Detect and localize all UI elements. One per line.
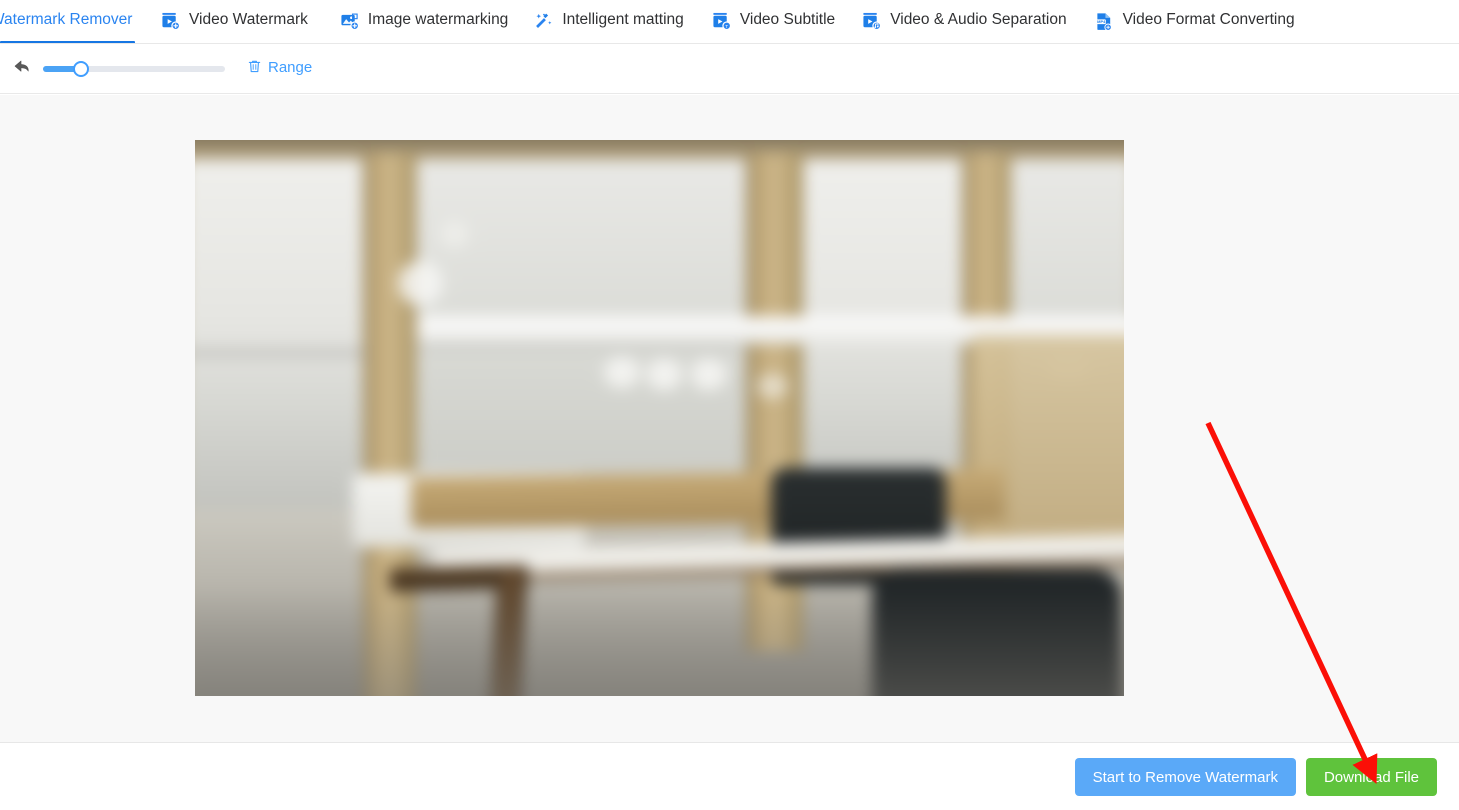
preview-scene-image (195, 140, 1124, 696)
preview-stage (0, 95, 1459, 743)
mp4-file-icon: MP4 (1095, 12, 1114, 31)
action-footer: Start to Remove Watermark Download File (0, 744, 1459, 810)
tab-video-audio-separation[interactable]: Video & Audio Separation (862, 0, 1067, 43)
trash-icon (247, 59, 262, 78)
editor-toolbar: Range (0, 44, 1459, 94)
undo-button[interactable] (6, 54, 36, 84)
tab-watermark-remover[interactable]: Watermark Remover (0, 0, 135, 43)
tab-label: Video Format Converting (1122, 11, 1295, 29)
slider-thumb[interactable] (73, 60, 90, 77)
download-file-button[interactable]: Download File (1305, 758, 1437, 796)
tab-intelligent-matting[interactable]: Intelligent matting (534, 0, 684, 43)
start-remove-watermark-button[interactable]: Start to Remove Watermark (1074, 758, 1296, 796)
tab-video-watermark[interactable]: Video Watermark (161, 0, 308, 43)
video-preview[interactable] (195, 140, 1124, 696)
tab-image-watermarking[interactable]: Image watermarking (340, 0, 509, 43)
video-subtitle-icon: T (712, 12, 731, 31)
undo-arrow-icon (11, 56, 32, 82)
image-watermark-icon (340, 12, 360, 31)
tab-label: Image watermarking (367, 11, 509, 29)
range-button[interactable]: Range (247, 59, 312, 78)
tab-label: Watermark Remover (0, 11, 133, 29)
tab-video-format-converting[interactable]: MP4 Video Format Converting (1095, 0, 1295, 43)
range-label: Range (268, 59, 313, 76)
video-watermark-icon (161, 12, 181, 31)
main-tab-bar: Watermark Remover Video Watermark Image … (0, 0, 1459, 44)
svg-text:T: T (725, 23, 728, 29)
tab-label: Video & Audio Separation (890, 11, 1067, 29)
tab-label: Video Subtitle (739, 11, 836, 29)
tab-video-subtitle[interactable]: T Video Subtitle (712, 0, 836, 43)
svg-text:MP4: MP4 (1097, 19, 1106, 24)
tab-label: Intelligent matting (562, 11, 684, 29)
video-audio-separation-icon (862, 12, 882, 31)
timeline-slider[interactable] (43, 60, 225, 78)
tab-label: Video Watermark (189, 11, 308, 29)
magic-wand-icon (534, 12, 553, 31)
